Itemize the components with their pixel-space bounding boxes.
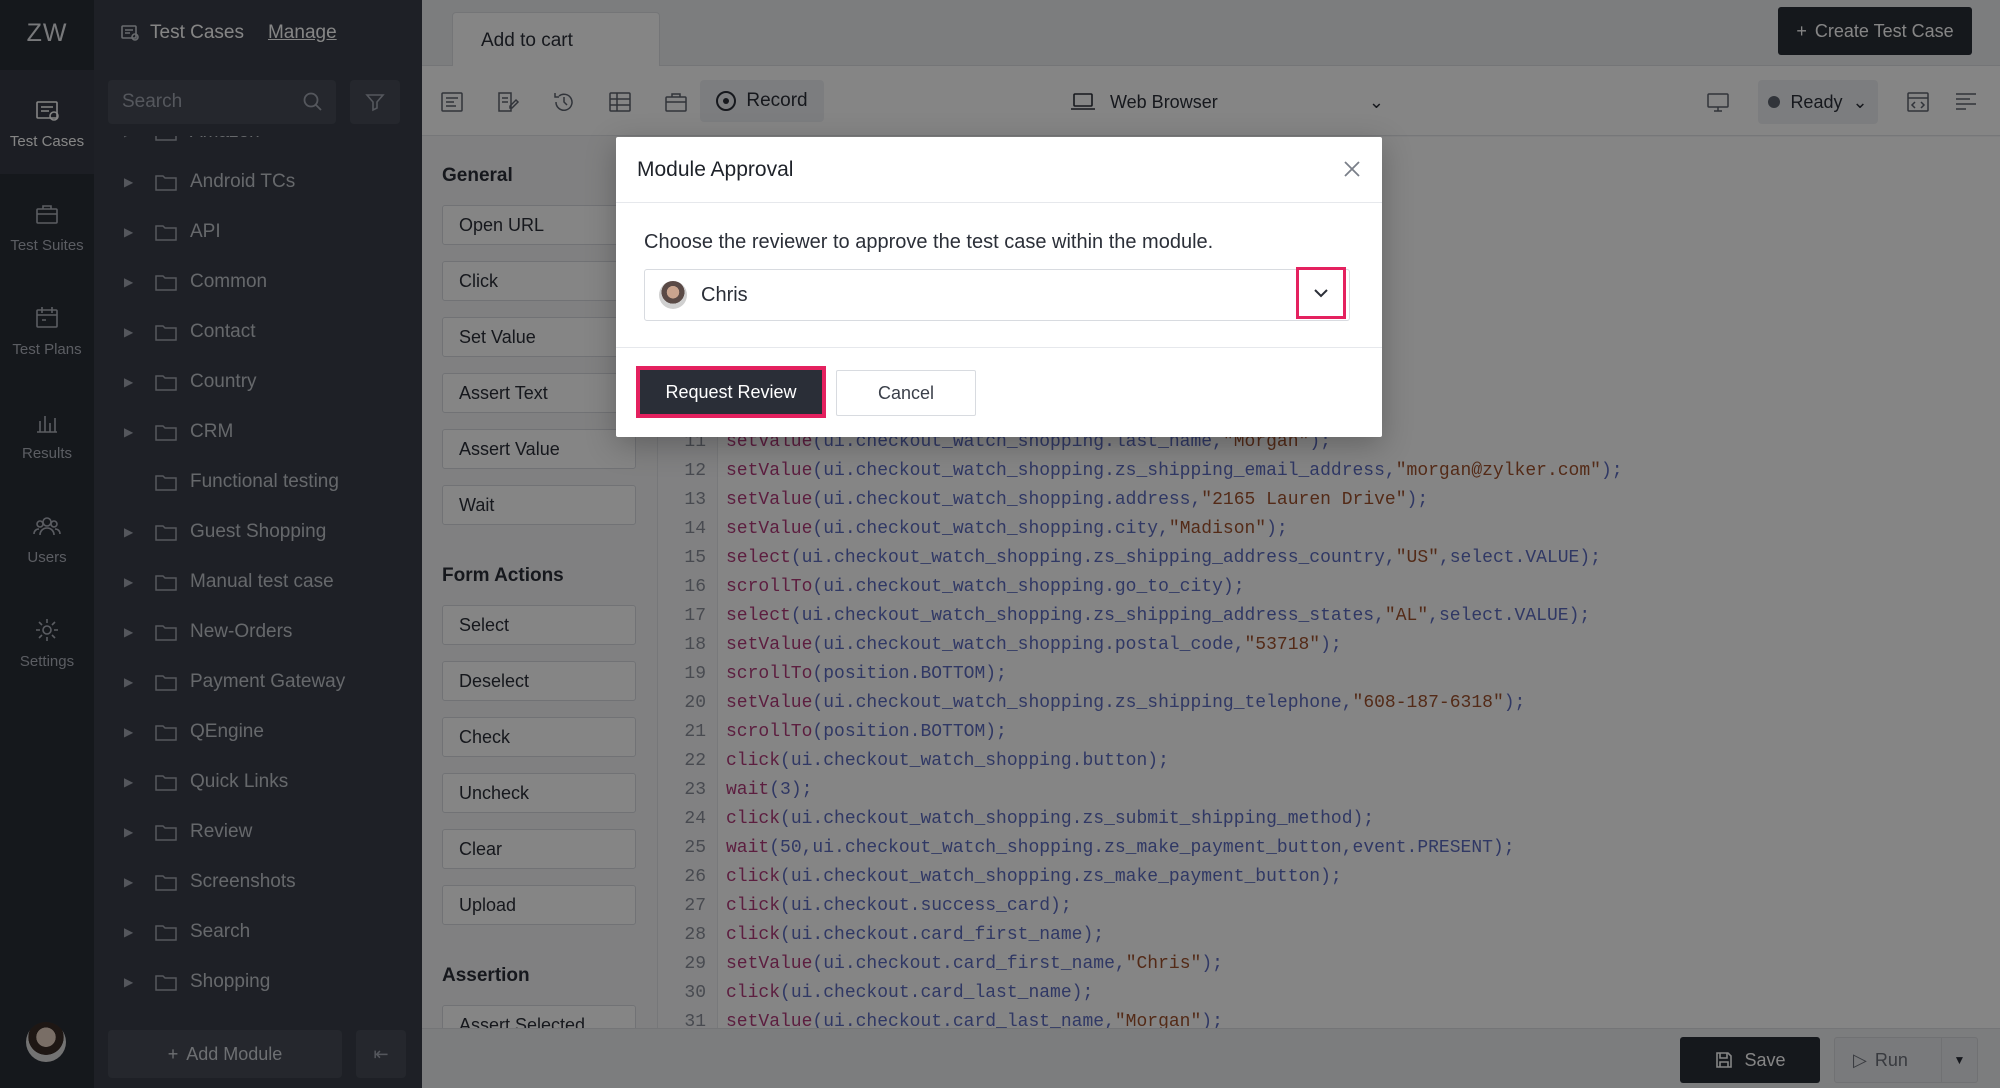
dialog-message: Choose the reviewer to approve the test … xyxy=(644,231,1214,253)
module-approval-dialog: Module Approval Choose the reviewer to a… xyxy=(616,137,1382,437)
cancel-button[interactable]: Cancel xyxy=(836,370,976,416)
reviewer-dropdown-toggle[interactable] xyxy=(1296,267,1346,319)
close-icon[interactable] xyxy=(1340,157,1364,181)
dialog-divider xyxy=(616,347,1382,348)
dialog-title: Module Approval xyxy=(616,137,1382,203)
request-review-button[interactable]: Request Review xyxy=(636,366,826,418)
chevron-down-icon xyxy=(1314,289,1328,298)
reviewer-avatar xyxy=(659,281,687,309)
reviewer-name: Chris xyxy=(701,283,748,306)
reviewer-select[interactable]: Chris xyxy=(644,269,1350,321)
